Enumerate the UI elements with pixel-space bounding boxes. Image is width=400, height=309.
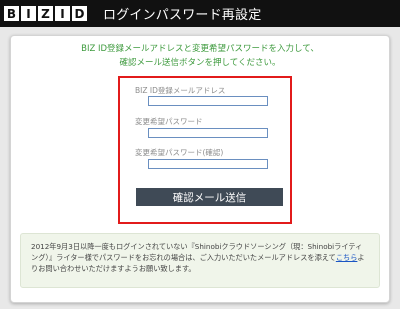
contact-link[interactable]: こちら [336,253,358,262]
main-panel: BIZ ID登録メールアドレスと変更希望パスワードを入力して、 確認メール送信ボ… [10,35,390,303]
logo-letter: D [72,6,87,21]
logo-letter: B [4,6,19,21]
confirm-password-label: 変更希望パスワード(確認) [135,148,224,157]
intro-text: BIZ ID登録メールアドレスと変更希望パスワードを入力して、 確認メール送信ボ… [11,42,389,70]
email-field[interactable] [148,96,268,106]
notice-box: 2012年9月3日以降一度もログインされていない『Shinobiクラウドソーシン… [20,233,380,288]
new-password-label: 変更希望パスワード [135,117,203,126]
intro-line: BIZ ID登録メールアドレスと変更希望パスワードを入力して、 [81,44,319,54]
new-password-field[interactable] [148,128,268,138]
confirm-password-field[interactable] [148,159,268,169]
logo-letter: I [55,6,70,21]
reset-form: BIZ ID登録メールアドレス 変更希望パスワード 変更希望パスワード(確認) … [118,76,292,224]
email-label: BIZ ID登録メールアドレス [135,86,226,95]
send-confirmation-button[interactable]: 確認メール送信 [136,188,283,206]
logo-letter: Z [38,6,53,21]
notice-text: 2012年9月3日以降一度もログインされていない『Shinobiクラウドソーシン… [31,242,363,262]
intro-line: 確認メール送信ボタンを押してください。 [119,58,281,68]
header-bar: B I Z I D ログインパスワード再設定 [0,0,400,27]
page-title: ログインパスワード再設定 [103,8,262,23]
bizid-logo: B I Z I D [4,6,89,21]
logo-letter: I [21,6,36,21]
